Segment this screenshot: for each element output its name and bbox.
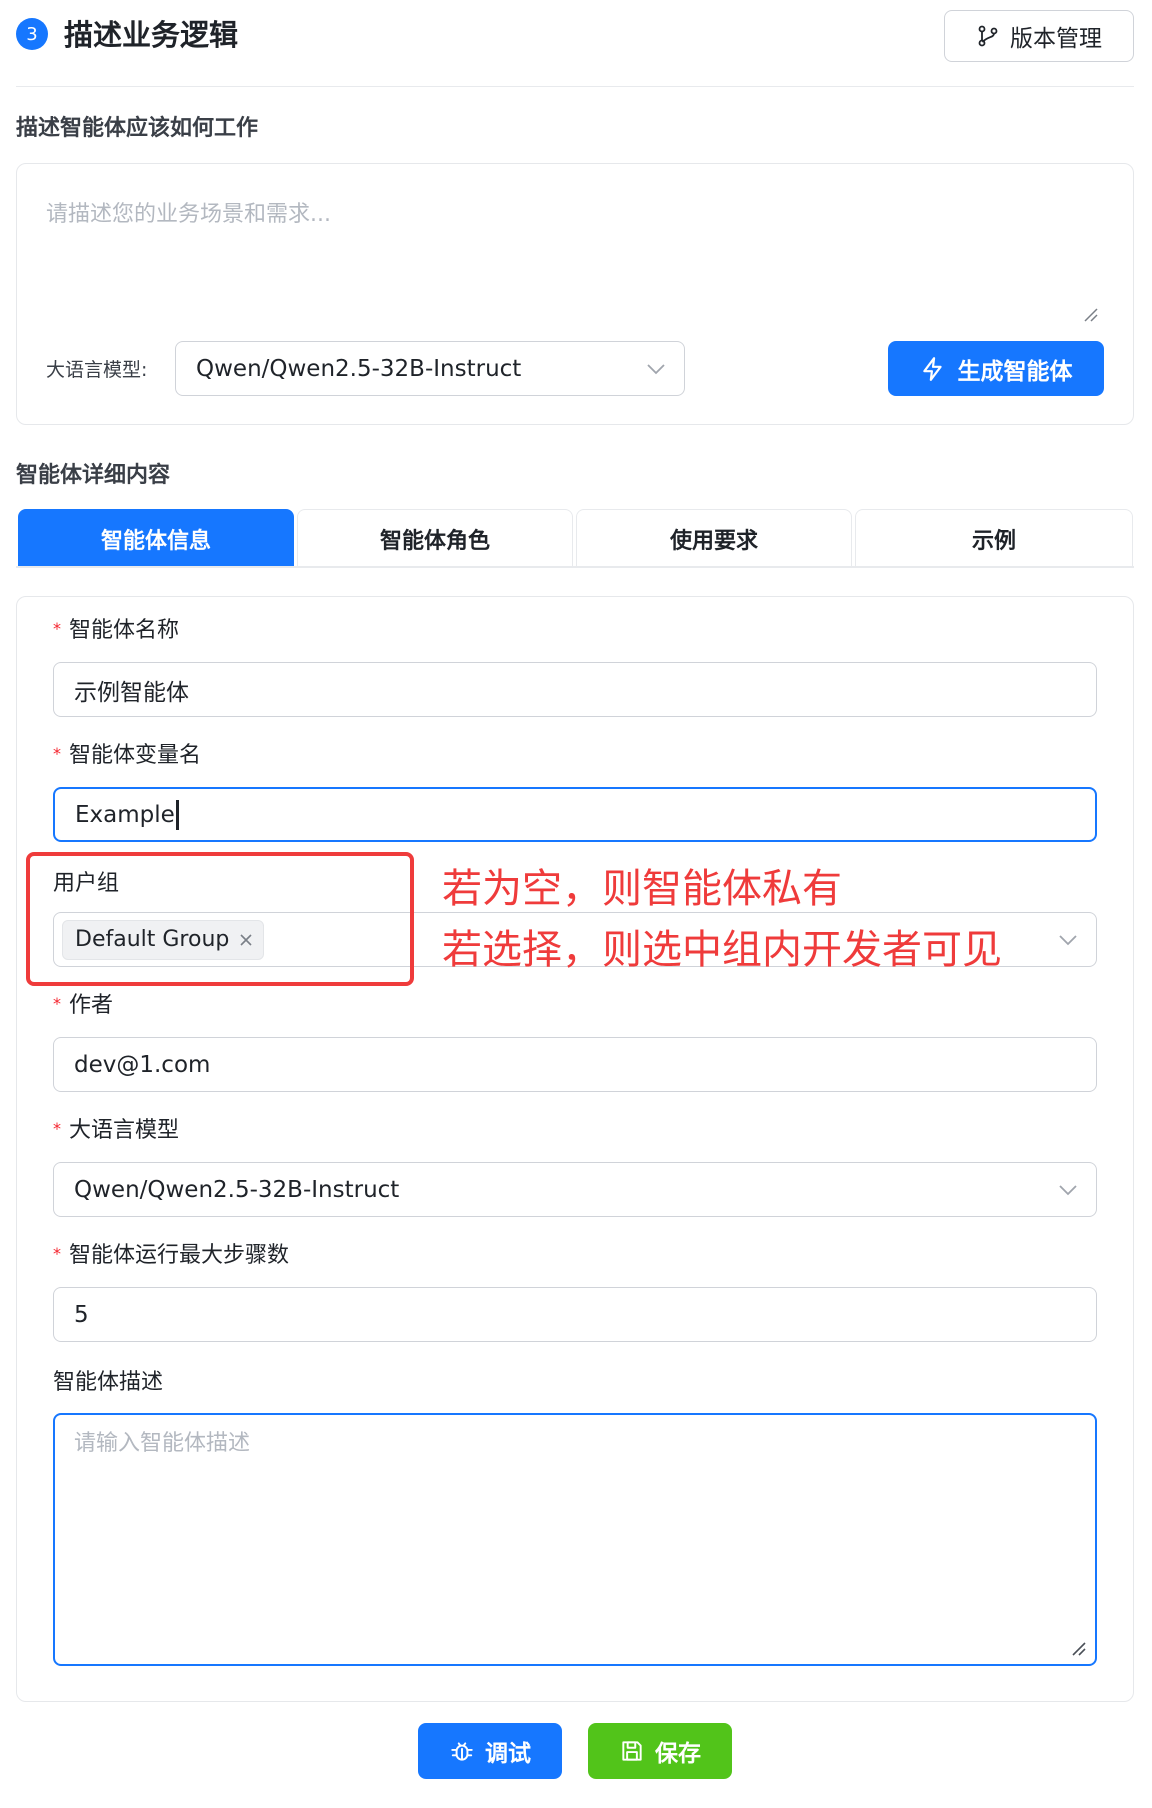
author-value: dev@1.com <box>74 1051 211 1078</box>
generate-agent-label: 生成智能体 <box>957 358 1073 385</box>
max-steps-label: * 智能体运行最大步骤数 <box>53 1237 289 1269</box>
save-icon <box>622 1741 642 1761</box>
text-caret <box>175 799 179 830</box>
author-label-text: 作者 <box>69 993 114 1018</box>
required-mark: * <box>53 618 61 638</box>
tab-usage-requirements[interactable]: 使用要求 <box>576 509 852 567</box>
debug-button[interactable]: 调试 <box>418 1723 562 1779</box>
tab-agent-info[interactable]: 智能体信息 <box>18 509 294 567</box>
annotation-line-1: 若为空，则智能体私有 <box>442 866 842 912</box>
llm-label: 大语言模型: <box>46 359 148 381</box>
agent-description-label-text: 智能体描述 <box>53 1370 164 1395</box>
chevron-down-icon <box>1059 1184 1077 1195</box>
tab-examples[interactable]: 示例 <box>855 509 1133 567</box>
annotation-highlight-box <box>26 852 414 986</box>
llm-select-value: Qwen/Qwen2.5-32B-Instruct <box>196 355 522 382</box>
save-button[interactable]: 保存 <box>588 1723 732 1779</box>
llm-select[interactable]: Qwen/Qwen2.5-32B-Instruct <box>175 341 685 396</box>
save-label: 保存 <box>655 1741 701 1767</box>
annotation-line-2: 若选择，则选中组内开发者可见 <box>442 927 1002 973</box>
tab-agent-role[interactable]: 智能体角色 <box>297 509 573 567</box>
step-number-badge: 3 <box>16 18 48 50</box>
resize-handle-icon[interactable] <box>1082 306 1098 322</box>
lightning-icon <box>922 356 942 381</box>
version-management-label: 版本管理 <box>1010 26 1102 52</box>
describe-section-label: 描述智能体应该如何工作 <box>16 116 259 141</box>
generate-agent-button[interactable]: 生成智能体 <box>888 341 1104 396</box>
model-label: * 大语言模型 <box>53 1112 179 1144</box>
model-select[interactable]: Qwen/Qwen2.5-32B-Instruct <box>53 1162 1097 1217</box>
tab-underline <box>16 566 1134 568</box>
business-description-placeholder: 请描述您的业务场景和需求... <box>46 202 331 227</box>
max-steps-input[interactable]: 5 <box>53 1287 1097 1342</box>
author-label: * 作者 <box>53 987 113 1019</box>
agent-variable-label: * 智能体变量名 <box>53 737 201 769</box>
agent-name-value: 示例智能体 <box>74 679 189 706</box>
max-steps-value: 5 <box>74 1301 89 1328</box>
agent-name-input[interactable]: 示例智能体 <box>53 662 1097 717</box>
chevron-down-icon <box>1059 934 1077 945</box>
agent-description-label: 智能体描述 <box>53 1364 163 1396</box>
chevron-down-icon <box>647 363 665 374</box>
page-title: 描述业务逻辑 <box>64 18 239 52</box>
required-mark: * <box>53 743 61 763</box>
required-mark: * <box>53 1243 61 1263</box>
author-input[interactable]: dev@1.com <box>53 1037 1097 1092</box>
resize-handle-icon[interactable] <box>1070 1640 1086 1656</box>
bug-icon <box>451 1742 473 1761</box>
branch-icon <box>978 25 998 47</box>
agent-description-placeholder: 请输入智能体描述 <box>74 1431 251 1456</box>
details-section-label: 智能体详细内容 <box>16 463 171 488</box>
version-management-button[interactable]: 版本管理 <box>944 10 1134 62</box>
agent-name-label: * 智能体名称 <box>53 612 179 644</box>
agent-variable-value: Example <box>75 801 175 828</box>
model-select-value: Qwen/Qwen2.5-32B-Instruct <box>74 1176 400 1203</box>
agent-name-label-text: 智能体名称 <box>69 618 180 643</box>
required-mark: * <box>53 1118 61 1138</box>
debug-label: 调试 <box>485 1741 531 1767</box>
agent-variable-label-text: 智能体变量名 <box>69 743 202 768</box>
required-mark: * <box>53 993 61 1013</box>
agent-variable-input[interactable]: Example <box>53 787 1097 842</box>
header-divider <box>16 86 1134 87</box>
model-label-text: 大语言模型 <box>69 1118 180 1143</box>
max-steps-label-text: 智能体运行最大步骤数 <box>69 1243 290 1268</box>
